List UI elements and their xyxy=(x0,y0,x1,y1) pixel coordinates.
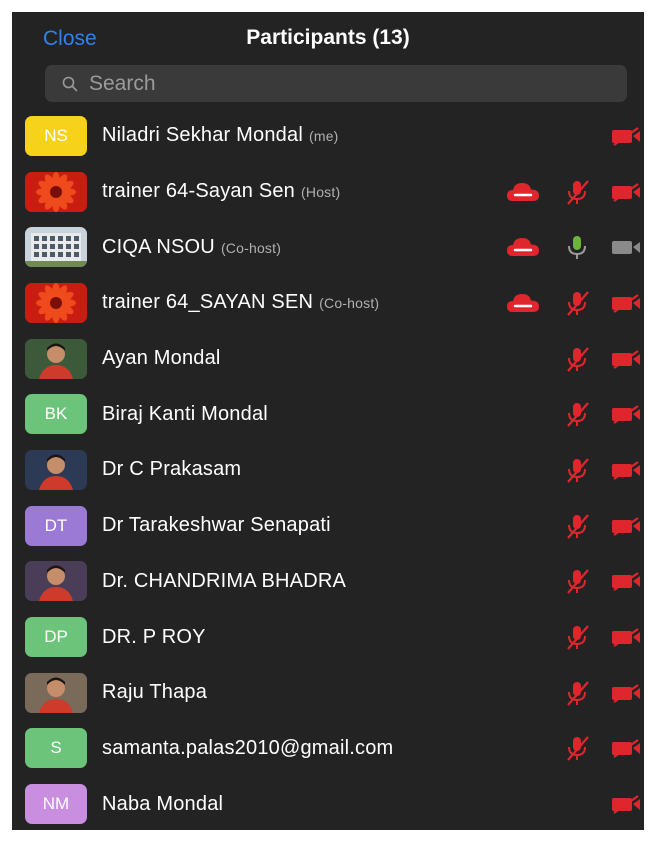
panel-header: Close Participants (13) xyxy=(12,12,644,66)
participant-name: Niladri Sekhar Mondal xyxy=(102,124,303,147)
participant-name: Biraj Kanti Mondal xyxy=(102,402,268,425)
participant-name-group: trainer 64-Sayan Sen (Host) xyxy=(102,180,340,203)
avatar-image xyxy=(25,171,87,212)
participant-name-group: Biraj Kanti Mondal xyxy=(102,403,268,426)
participant-name-group: trainer 64_SAYAN SEN (Co-host) xyxy=(102,291,379,314)
search-input[interactable] xyxy=(87,70,627,97)
cloud-recording-icon xyxy=(505,290,541,316)
participant-role: (me) xyxy=(308,128,339,145)
camera-off-icon[interactable] xyxy=(608,457,644,483)
camera-off-icon[interactable] xyxy=(608,401,644,427)
participant-name-group: Naba Mondal xyxy=(102,793,223,816)
participant-name: trainer 64-Sayan Sen xyxy=(102,180,296,203)
participant-row[interactable]: trainer 64_SAYAN SEN (Co-host) xyxy=(12,275,644,331)
avatar-image xyxy=(25,561,87,602)
camera-off-icon[interactable] xyxy=(608,290,644,316)
avatar: DT xyxy=(25,505,87,546)
mic-muted-icon[interactable] xyxy=(559,346,595,372)
camera-off-icon[interactable] xyxy=(608,791,644,817)
cloud-recording-icon xyxy=(505,234,541,260)
avatar-image xyxy=(25,672,87,713)
participant-name: samanta.palas2010@gmail.com xyxy=(102,736,394,759)
participant-row[interactable]: Ayan Mondal xyxy=(12,331,644,387)
mic-muted-icon[interactable] xyxy=(559,680,595,706)
participant-name-group: Raju Thapa xyxy=(102,681,207,704)
mic-muted-icon[interactable] xyxy=(559,568,595,595)
avatar xyxy=(25,171,87,212)
search-icon xyxy=(62,76,78,91)
participant-row[interactable]: DT Dr Tarakeshwar Senapati xyxy=(12,498,644,554)
camera-on-icon[interactable] xyxy=(608,234,644,260)
avatar: S xyxy=(25,728,87,769)
avatar-image xyxy=(25,338,87,379)
camera-off-icon[interactable] xyxy=(608,123,644,149)
participant-name: trainer 64_SAYAN SEN xyxy=(102,291,314,314)
participant-name-group: Ayan Mondal xyxy=(102,347,221,370)
avatar xyxy=(25,227,87,268)
mic-muted-icon[interactable] xyxy=(559,290,595,316)
participant-name: Naba Mondal xyxy=(102,792,224,815)
participant-name: Ayan Mondal xyxy=(102,347,221,370)
participant-row[interactable]: CIQA NSOU (Co-host) xyxy=(12,219,644,275)
participants-panel: Close Participants (13) NS Niladri Sekhar… xyxy=(12,12,644,830)
participant-name-group: Dr Tarakeshwar Senapati xyxy=(102,514,331,537)
participant-name: CIQA NSOU xyxy=(102,235,215,258)
participant-row[interactable]: Dr. CHANDRIMA BHADRA xyxy=(12,554,644,610)
avatar xyxy=(25,672,87,713)
camera-off-icon[interactable] xyxy=(608,179,644,205)
avatar: NS xyxy=(25,115,87,156)
participant-name: Dr Tarakeshwar Senapati xyxy=(102,514,331,537)
participant-row[interactable]: NM Naba Mondal xyxy=(12,776,644,830)
mic-muted-icon[interactable] xyxy=(559,513,595,539)
camera-off-icon[interactable] xyxy=(608,513,644,539)
avatar: BK xyxy=(25,394,87,435)
mic-muted-icon[interactable] xyxy=(559,179,595,205)
participant-name-group: Niladri Sekhar Mondal (me) xyxy=(102,124,339,147)
participant-row[interactable]: Ssamanta.palas2010@gmail.com xyxy=(12,721,644,777)
camera-off-icon[interactable] xyxy=(608,346,644,372)
participant-row[interactable]: Dr C Prakasam xyxy=(12,442,644,498)
camera-off-icon[interactable] xyxy=(608,624,644,650)
avatar xyxy=(25,282,87,323)
participant-row[interactable]: DP DR. P ROY xyxy=(12,609,644,665)
participant-role: (Co-host) xyxy=(220,239,282,256)
participant-name-group: DR. P ROY xyxy=(102,626,206,649)
camera-off-icon[interactable] xyxy=(608,568,644,594)
participant-role: (Host) xyxy=(301,184,341,201)
participant-row[interactable]: trainer 64-Sayan Sen (Host) xyxy=(12,164,644,220)
participant-role: (Co-host) xyxy=(319,295,380,312)
avatar-image xyxy=(25,282,87,323)
avatar: DP xyxy=(25,617,87,658)
page-title: Participants (13) xyxy=(246,26,410,49)
camera-off-icon[interactable] xyxy=(608,680,644,706)
participant-name: Raju Thapa xyxy=(102,681,208,704)
participant-name-group: Dr C Prakasam xyxy=(102,458,241,481)
participant-name-group: Dr. CHANDRIMA BHADRA xyxy=(102,570,346,593)
cloud-recording-icon xyxy=(505,179,541,205)
participant-list: NS Niladri Sekhar Mondal (me) trainer 64-Sa… xyxy=(12,108,644,830)
mic-on-icon[interactable] xyxy=(559,234,595,260)
participant-name: Dr C Prakasam xyxy=(102,458,242,481)
mic-muted-icon[interactable] xyxy=(559,401,595,428)
avatar xyxy=(25,338,87,379)
participant-row[interactable]: NS Niladri Sekhar Mondal (me) xyxy=(12,108,644,164)
avatar: NM xyxy=(25,784,87,825)
camera-off-icon[interactable] xyxy=(608,735,644,761)
mic-muted-icon[interactable] xyxy=(559,624,595,650)
mic-muted-icon[interactable] xyxy=(559,457,595,483)
avatar xyxy=(25,561,87,602)
participant-name: Dr. CHANDRIMA BHADRA xyxy=(102,569,347,592)
participant-name: DR. P ROY xyxy=(102,625,206,648)
avatar-image xyxy=(25,449,87,490)
participant-row[interactable]: BK Biraj Kanti Mondal xyxy=(12,386,644,442)
participant-name-group: CIQA NSOU (Co-host) xyxy=(102,236,281,259)
participant-name-group: samanta.palas2010@gmail.com xyxy=(102,737,393,760)
mic-muted-icon[interactable] xyxy=(559,735,595,762)
search-bar[interactable] xyxy=(45,65,627,102)
avatar xyxy=(25,449,87,490)
avatar-image xyxy=(25,227,87,268)
screenshot-frame: Close Participants (13) NS Niladri Sekhar… xyxy=(12,12,644,830)
participant-row[interactable]: Raju Thapa xyxy=(12,665,644,721)
